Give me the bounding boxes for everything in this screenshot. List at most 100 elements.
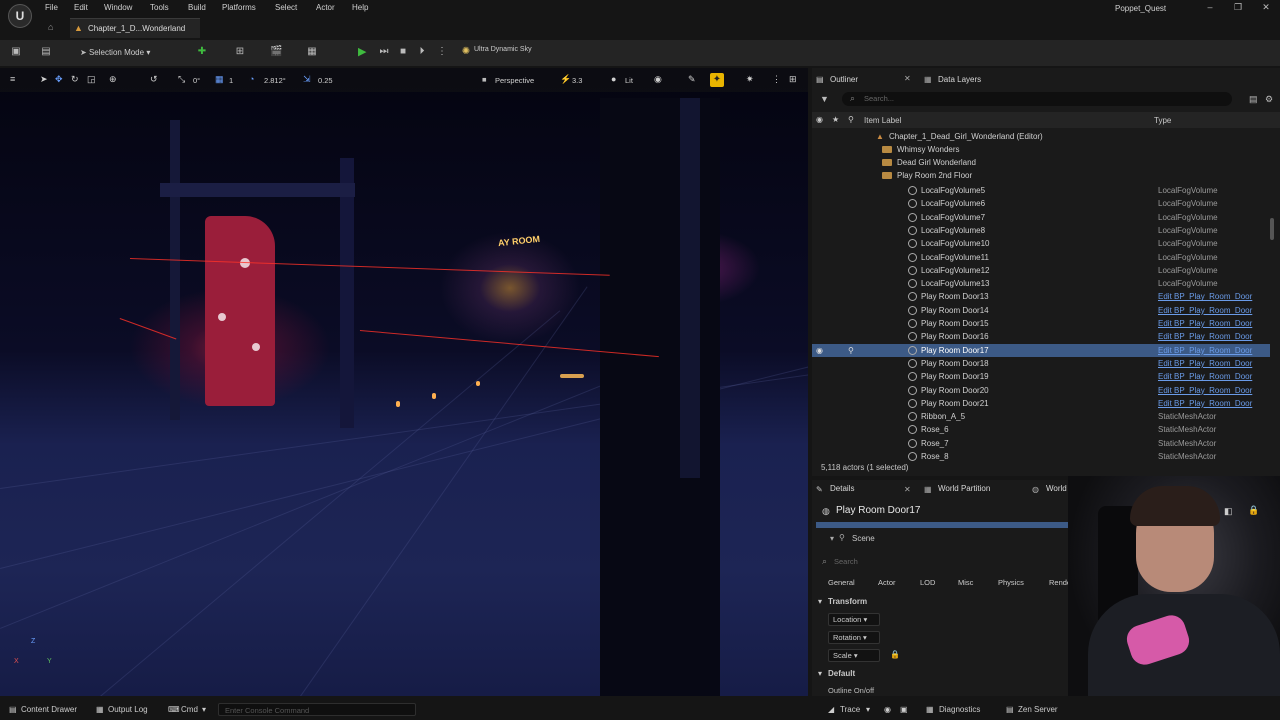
- record-icon[interactable]: ◉: [884, 705, 891, 714]
- scale-tool-icon[interactable]: ◲: [87, 74, 96, 85]
- tab-details[interactable]: Details: [830, 481, 854, 497]
- chevron-down-icon[interactable]: ▾: [202, 705, 206, 714]
- outliner-row[interactable]: LocalFogVolume10 LocalFogVolume: [812, 237, 1270, 250]
- outliner-row[interactable]: Play Room Door13 Edit BP_Play_Room_Door: [812, 290, 1270, 303]
- category-general[interactable]: General: [828, 576, 855, 590]
- edit-blueprint-link[interactable]: Edit BP_Play_Room_Door: [1158, 399, 1252, 408]
- edit-blueprint-link[interactable]: Edit BP_Play_Room_Door: [1158, 306, 1252, 315]
- category-lod[interactable]: LOD: [920, 576, 935, 590]
- menu-tools[interactable]: Tools: [150, 3, 169, 12]
- viewport-menu-icon[interactable]: ≡: [10, 74, 15, 84]
- menu-actor[interactable]: Actor: [316, 3, 335, 12]
- outliner-row[interactable]: LocalFogVolume13 LocalFogVolume: [812, 277, 1270, 290]
- rotation-snap-icon[interactable]: ◔: [249, 74, 254, 84]
- outliner-settings-icon[interactable]: ⚙: [1265, 94, 1273, 105]
- outliner-row[interactable]: LocalFogVolume8 LocalFogVolume: [812, 224, 1270, 237]
- edit-blueprint-link[interactable]: Edit BP_Play_Room_Door: [1158, 372, 1252, 381]
- outliner-row[interactable]: LocalFogVolume7 LocalFogVolume: [812, 211, 1270, 224]
- close-tab-icon[interactable]: ✕: [904, 485, 911, 494]
- content-browser-icon[interactable]: ▤: [40, 46, 52, 58]
- rotation-snap-value[interactable]: 2.812°: [264, 76, 286, 85]
- home-icon[interactable]: ⌂: [48, 22, 53, 32]
- outliner-row[interactable]: LocalFogVolume6 LocalFogVolume: [812, 197, 1270, 210]
- scale-snap-icon[interactable]: ⇲: [303, 74, 311, 85]
- play-button[interactable]: ▶: [358, 46, 370, 58]
- visibility-icon[interactable]: ◉: [816, 346, 823, 355]
- edit-blueprint-link[interactable]: Edit BP_Play_Room_Door: [1158, 359, 1252, 368]
- grid-snap-icon[interactable]: ⤡: [178, 74, 185, 85]
- menu-window[interactable]: Window: [104, 3, 132, 12]
- lock-icon[interactable]: 🔒: [1248, 505, 1259, 516]
- tree-folder-row[interactable]: Play Room 2nd Floor: [812, 169, 1270, 182]
- cinematics-icon[interactable]: 🎬: [270, 46, 282, 58]
- outliner-row[interactable]: Play Room Door21 Edit BP_Play_Room_Door: [812, 397, 1270, 410]
- outliner-row-selected[interactable]: ◉ ⚲ Play Room Door17 Edit BP_Play_Room_Door: [812, 343, 1270, 357]
- add-folder-icon[interactable]: ▤: [1249, 94, 1258, 105]
- chevron-down-icon[interactable]: ▾: [866, 705, 870, 714]
- outliner-row[interactable]: Play Room Door18 Edit BP_Play_Room_Door: [812, 357, 1270, 370]
- show-flags-icon[interactable]: ◉: [654, 74, 662, 85]
- edit-blueprint-link[interactable]: Edit BP_Play_Room_Door: [1158, 346, 1252, 355]
- edit-blueprint-link[interactable]: Edit BP_Play_Room_Door: [1158, 319, 1252, 328]
- rotate-tool-icon[interactable]: ↻: [71, 74, 79, 85]
- tree-expand-icon[interactable]: ▾: [830, 534, 834, 543]
- edit-blueprint-link[interactable]: Edit BP_Play_Room_Door: [1158, 386, 1252, 395]
- outliner-row[interactable]: Play Room Door20 Edit BP_Play_Room_Door: [812, 384, 1270, 397]
- rotation-dropdown[interactable]: Rotation ▾: [828, 631, 880, 644]
- grid-icon[interactable]: ▦: [215, 74, 224, 85]
- stop-icon[interactable]: ■: [397, 46, 409, 58]
- close-tab-icon[interactable]: ✕: [904, 74, 911, 83]
- tab-level[interactable]: ▲ Chapter_1_D...Wonderland: [70, 18, 200, 38]
- outliner-row[interactable]: LocalFogVolume11 LocalFogVolume: [812, 251, 1270, 264]
- maximize-button[interactable]: ❐: [1228, 2, 1248, 14]
- select-tool-icon[interactable]: ➤: [40, 74, 48, 85]
- grid-snap-value[interactable]: 0°: [193, 76, 200, 85]
- level-viewport[interactable]: AY ROOM ≡ ➤ ✥ ↻ ◲ ⊕ ↺ ⤡ 0° ▦ 1 ◔ 2.812° …: [0, 68, 808, 696]
- scale-dropdown[interactable]: Scale ▾: [828, 649, 880, 662]
- unreal-logo-icon[interactable]: U: [8, 4, 32, 28]
- content-drawer-button[interactable]: Content Drawer: [21, 705, 77, 714]
- viewport-settings-icon[interactable]: ✷: [746, 74, 754, 85]
- default-section[interactable]: Default: [828, 669, 855, 678]
- tree-folder-row[interactable]: Whimsy Wonders: [812, 143, 1270, 156]
- add-actor-icon[interactable]: ✚: [196, 46, 208, 58]
- sky-icon[interactable]: ✺: [460, 46, 472, 58]
- menu-file[interactable]: File: [45, 3, 58, 12]
- outliner-scrollbar[interactable]: [1270, 218, 1274, 240]
- sky-label[interactable]: Ultra Dynamic Sky: [474, 46, 532, 53]
- tab-outliner[interactable]: Outliner: [830, 72, 858, 88]
- build-icon[interactable]: ▦: [306, 46, 318, 58]
- outliner-search-input[interactable]: Search...: [864, 94, 894, 103]
- outliner-row[interactable]: LocalFogVolume5 LocalFogVolume: [812, 184, 1270, 197]
- outliner-row[interactable]: Play Room Door14 Edit BP_Play_Room_Door: [812, 304, 1270, 317]
- translate-tool-icon[interactable]: ✥: [55, 74, 63, 85]
- outliner-row[interactable]: Rose_6 StaticMeshActor: [812, 423, 1270, 436]
- category-misc[interactable]: Misc: [958, 576, 973, 590]
- close-window-button[interactable]: ✕: [1256, 2, 1276, 14]
- step-icon[interactable]: ⏭: [378, 46, 390, 58]
- transform-section[interactable]: Transform: [828, 597, 867, 606]
- tab-world-partition[interactable]: World Partition: [938, 481, 990, 497]
- details-search-input[interactable]: Search: [834, 557, 858, 566]
- menu-edit[interactable]: Edit: [74, 3, 88, 12]
- grid-size-value[interactable]: 1: [229, 76, 233, 85]
- edit-blueprint-link[interactable]: Edit BP_Play_Room_Door: [1158, 292, 1252, 301]
- category-actor[interactable]: Actor: [878, 576, 896, 590]
- menu-help[interactable]: Help: [352, 3, 368, 12]
- outliner-row[interactable]: Rose_7 StaticMeshActor: [812, 437, 1270, 450]
- console-command-input[interactable]: Enter Console Command: [218, 703, 416, 716]
- outliner-row[interactable]: Play Room Door15 Edit BP_Play_Room_Door: [812, 317, 1270, 330]
- camera-capture-icon[interactable]: ▣: [900, 705, 908, 714]
- filter-icon[interactable]: ▼: [820, 94, 829, 104]
- outliner-search[interactable]: ⌕ Search...: [842, 92, 1232, 106]
- visibility-icon[interactable]: ◉: [816, 115, 823, 124]
- surface-snap-icon[interactable]: ↺: [150, 74, 158, 85]
- viewport-more-icon[interactable]: ⋮: [772, 74, 781, 85]
- outliner-row[interactable]: LocalFogVolume12 LocalFogVolume: [812, 264, 1270, 277]
- lock-icon[interactable]: 🔒: [890, 650, 900, 659]
- collapse-icon[interactable]: ▾: [818, 597, 822, 606]
- launch-icon[interactable]: ⏵: [416, 46, 428, 58]
- realtime-toggle-icon[interactable]: ✦: [710, 73, 724, 87]
- pin-icon[interactable]: ⚲: [848, 346, 854, 355]
- menu-build[interactable]: Build: [188, 3, 206, 12]
